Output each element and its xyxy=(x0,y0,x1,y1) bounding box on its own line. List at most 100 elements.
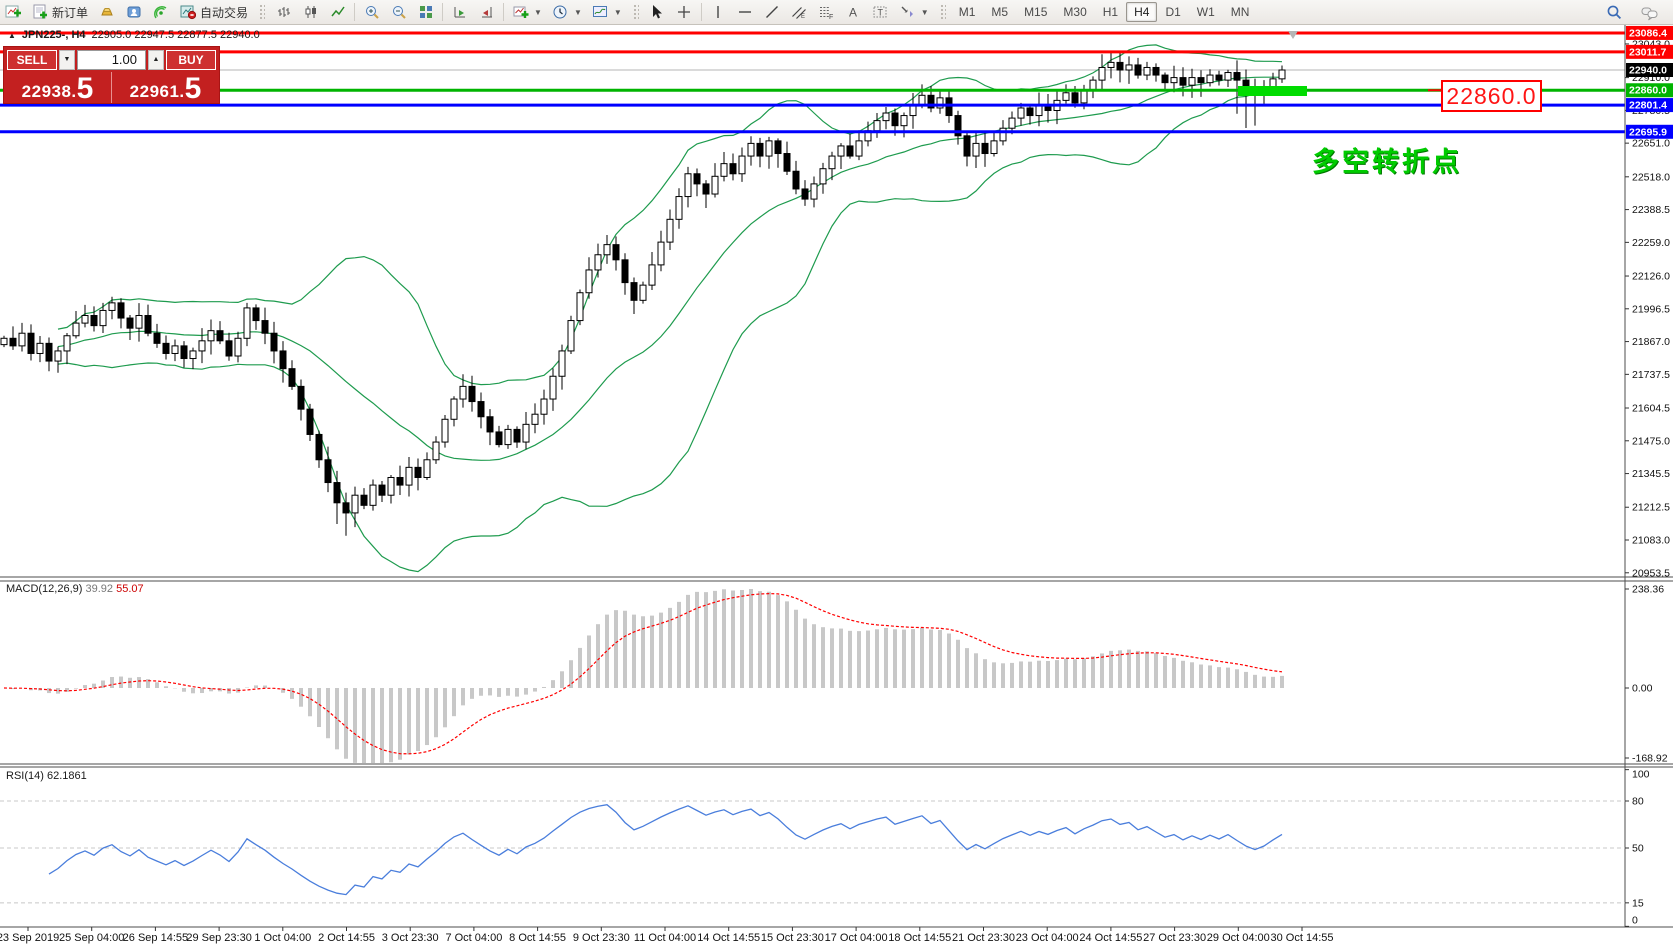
indicators-button[interactable]: ▼ xyxy=(507,2,547,23)
candle-body xyxy=(28,333,34,353)
channel-tool-button[interactable]: E xyxy=(786,2,813,23)
tile-windows-icon xyxy=(417,4,434,21)
candle-body xyxy=(1207,75,1213,83)
text-label-tool-button[interactable]: T xyxy=(867,2,894,23)
timeframe-button-m30[interactable]: M30 xyxy=(1055,2,1094,22)
zoom-in-button[interactable] xyxy=(358,2,385,23)
rsi-line xyxy=(49,805,1282,895)
autotrading-button[interactable]: 自动交易 xyxy=(174,2,253,23)
timeframe-button-h4[interactable]: H4 xyxy=(1126,2,1157,22)
candle-body xyxy=(1225,73,1231,81)
candlestick-chart-button[interactable] xyxy=(297,2,324,23)
timeframe-button-d1[interactable]: D1 xyxy=(1157,2,1188,22)
candle-body xyxy=(1162,75,1168,83)
timeframe-button-h1[interactable]: H1 xyxy=(1095,2,1126,22)
volume-input[interactable]: 1.00 xyxy=(77,50,146,70)
candle-body xyxy=(802,189,808,199)
zoom-out-button[interactable] xyxy=(385,2,412,23)
candle-body xyxy=(10,338,16,346)
sell-button[interactable]: SELL xyxy=(7,50,57,70)
sell-price-main: 22938. xyxy=(22,82,77,102)
candle-body xyxy=(649,265,655,285)
buy-price-pip-digit: 5 xyxy=(185,76,202,102)
line-chart-button[interactable] xyxy=(324,2,351,23)
new-chart-button[interactable] xyxy=(3,2,26,23)
crosshair-tool-button[interactable] xyxy=(671,2,698,23)
chart-shift-marker-icon[interactable] xyxy=(1288,31,1298,39)
candle-body xyxy=(1099,67,1105,80)
chart-shift-button[interactable] xyxy=(473,2,500,23)
svg-text:T: T xyxy=(878,8,884,18)
text-tool-button[interactable]: A xyxy=(840,2,867,23)
chinese-annotation-text[interactable]: 多空转折点 xyxy=(1312,140,1462,179)
candle-body xyxy=(784,154,790,172)
sell-price-display[interactable]: 22938. 5 xyxy=(4,72,112,103)
buy-price-display[interactable]: 22961. 5 xyxy=(112,72,219,103)
signals-button[interactable] xyxy=(147,2,174,23)
mql5-button[interactable] xyxy=(93,2,120,23)
price-level-box-label: 22695.9 xyxy=(1629,126,1667,138)
candle-body xyxy=(415,467,421,477)
indicators-icon xyxy=(512,4,529,21)
line-chart-icon xyxy=(329,4,346,21)
price-level-box-label: 23011.7 xyxy=(1629,46,1667,58)
search-button[interactable] xyxy=(1601,2,1628,23)
candle-body xyxy=(1108,62,1114,67)
green-highlight-bar[interactable] xyxy=(1238,86,1307,96)
chart-title: ▲ JPN225-, H4 22905.0 22947.5 22877.5 22… xyxy=(8,29,260,41)
toolbar-grip[interactable] xyxy=(632,3,639,21)
candle-body xyxy=(703,184,709,194)
candle-body xyxy=(739,156,745,174)
cursor-tool-button[interactable] xyxy=(644,2,671,23)
price-tick-label: 21475.0 xyxy=(1632,435,1670,447)
candle-body xyxy=(964,136,970,156)
candle-body xyxy=(991,141,997,154)
candle-body xyxy=(145,316,151,334)
timeframe-button-m5[interactable]: M5 xyxy=(983,2,1016,22)
timeframe-button-w1[interactable]: W1 xyxy=(1189,2,1223,22)
trendline-tool-button[interactable] xyxy=(759,2,786,23)
macd-axis-label: 238.36 xyxy=(1632,584,1664,596)
text-tool-icon: A xyxy=(845,4,862,21)
candle-body xyxy=(199,341,205,351)
bar-chart-button[interactable] xyxy=(270,2,297,23)
spin-up-icon: ▲ xyxy=(153,56,160,63)
timeframe-button-m1[interactable]: M1 xyxy=(951,2,984,22)
vertical-line-tool-button[interactable] xyxy=(705,2,732,23)
community-button[interactable] xyxy=(120,2,147,23)
volume-decrease-button[interactable]: ▼ xyxy=(59,50,75,70)
fibonacci-tool-button[interactable]: F xyxy=(813,2,840,23)
trendline-icon xyxy=(764,4,781,21)
auto-scroll-icon xyxy=(451,4,468,21)
toolbar-separator xyxy=(701,3,702,21)
auto-scroll-button[interactable] xyxy=(446,2,473,23)
candle-body xyxy=(181,346,187,359)
new-order-button[interactable]: 新订单 xyxy=(26,2,93,23)
price-callout-label[interactable]: 22860.0 xyxy=(1441,80,1542,112)
timeframe-button-m15[interactable]: M15 xyxy=(1016,2,1055,22)
timeframe-button-mn[interactable]: MN xyxy=(1223,2,1258,22)
bar-chart-icon xyxy=(275,4,292,21)
time-axis-label: 24 Oct 14:55 xyxy=(1079,932,1142,944)
chart-window[interactable]: 23043.022910.022780.522651.022518.022388… xyxy=(0,25,1673,948)
periods-button[interactable]: ▼ xyxy=(547,2,587,23)
toolbar-grip[interactable] xyxy=(258,3,265,21)
candle-body xyxy=(631,283,637,301)
buy-button[interactable]: BUY xyxy=(166,50,216,70)
horizontal-line-tool-button[interactable] xyxy=(732,2,759,23)
candle-body xyxy=(136,316,142,329)
main-toolbar: 新订单 自动交易 xyxy=(0,0,1673,25)
arrows-tool-button[interactable]: ▼ xyxy=(894,2,934,23)
time-axis-label: 23 Sep 2019 xyxy=(0,932,59,944)
time-axis-label: 3 Oct 23:30 xyxy=(382,932,439,944)
volume-increase-button[interactable]: ▲ xyxy=(148,50,164,70)
candle-body xyxy=(901,116,907,126)
templates-button[interactable]: ▼ xyxy=(587,2,627,23)
toolbar-grip[interactable] xyxy=(939,3,946,21)
time-axis-label: 30 Oct 14:55 xyxy=(1271,932,1334,944)
tile-windows-button[interactable] xyxy=(412,2,439,23)
candle-body xyxy=(568,321,574,351)
timeframes-toolbar-group: M1M5M15M30H1H4D1W1MN xyxy=(948,0,1261,25)
candle-body xyxy=(820,169,826,184)
chat-button[interactable] xyxy=(1636,2,1663,23)
